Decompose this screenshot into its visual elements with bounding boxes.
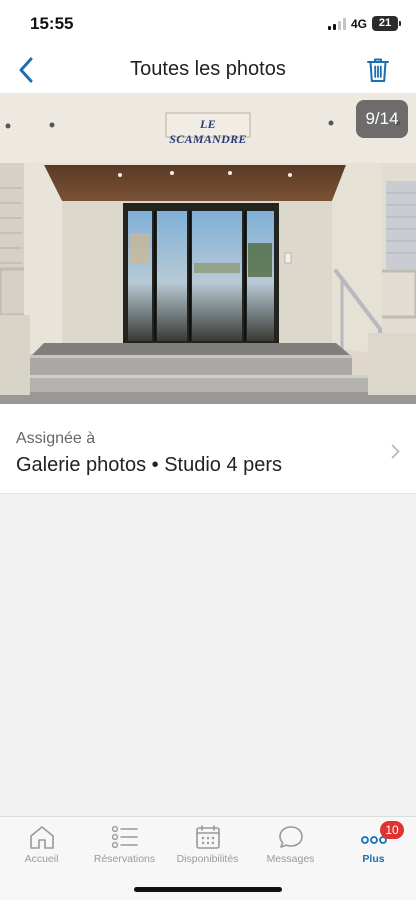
assignment-label: Assignée à: [16, 430, 96, 447]
chevron-left-icon: [19, 57, 33, 83]
tab-label: Disponibilités: [176, 853, 239, 865]
home-icon: [29, 826, 54, 849]
tab-accueil[interactable]: Accueil: [0, 817, 83, 877]
home-indicator: [134, 887, 282, 892]
photo-counter: 9/14: [356, 100, 408, 138]
notification-badge: 10: [380, 821, 404, 839]
back-button[interactable]: [8, 52, 44, 88]
network-type: 4G: [351, 17, 368, 31]
assignment-value: Galerie photos • Studio 4 pers: [16, 454, 283, 476]
tab-label: Plus: [362, 853, 385, 865]
tab-messages[interactable]: Messages: [249, 817, 332, 877]
chevron-right-icon: [391, 444, 400, 459]
status-bar: 15:55 4G 21: [0, 0, 416, 48]
tab-reservations[interactable]: Réservations: [83, 817, 166, 877]
delete-button[interactable]: [360, 52, 396, 88]
nav-bar: Toutes les photos: [0, 48, 416, 93]
list-icon: [111, 825, 138, 849]
tab-disponibilites[interactable]: Disponibilités: [166, 817, 249, 877]
tab-label: Réservations: [93, 853, 156, 865]
chat-bubble-icon: [278, 826, 303, 848]
page-title: Toutes les photos: [130, 58, 286, 80]
battery-icon: 21: [372, 16, 401, 31]
trash-icon: [367, 58, 389, 82]
calendar-icon: [195, 825, 220, 849]
tab-label: Messages: [266, 853, 315, 865]
tab-label: Accueil: [24, 853, 59, 865]
building-sign: LE SCAMANDRE: [169, 117, 247, 146]
tab-plus[interactable]: 10 Plus: [332, 817, 415, 877]
building-entrance-photo[interactable]: LE SCAMANDRE 9/14: [0, 93, 416, 404]
signal-icon: [328, 18, 346, 30]
status-time: 15:55: [30, 14, 74, 33]
assignment-row[interactable]: Assignée à Galerie photos • Studio 4 per…: [0, 404, 416, 494]
battery-level: 21: [378, 17, 392, 29]
